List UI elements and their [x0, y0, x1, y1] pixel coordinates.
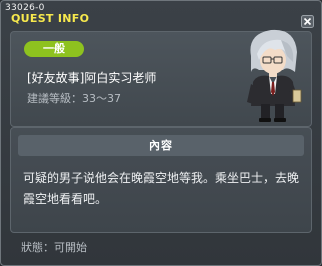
quest-status: 狀態：可開始 [21, 241, 87, 254]
quest-details-panel: 內容 可疑的男子说他会在晚霞空地等我。乘坐巴士，去晚霞空地看看吧。 [10, 127, 312, 233]
npc-portrait [247, 29, 302, 122]
close-button[interactable] [301, 13, 314, 28]
recommended-level: 建議等級：33～37 [27, 92, 121, 105]
quest-description: 可疑的男子说他会在晚霞空地等我。乘坐巴士，去晚霞空地看看吧。 [23, 171, 300, 206]
window-title: QUEST INFO [11, 12, 90, 25]
quest-summary-panel: 一般 [好友故事]阿白实习老师 建議等級：33～37 [10, 29, 312, 127]
title-bar[interactable]: QUEST INFO [1, 12, 321, 28]
details-heading: 內容 [18, 135, 304, 156]
quest-info-window: 33026-0 QUEST INFO 一般 [好友故事]阿白实习老师 建議等級：… [0, 0, 322, 266]
quest-category-badge: 一般 [24, 41, 84, 57]
quest-name: [好友故事]阿白实习老师 [27, 71, 157, 85]
